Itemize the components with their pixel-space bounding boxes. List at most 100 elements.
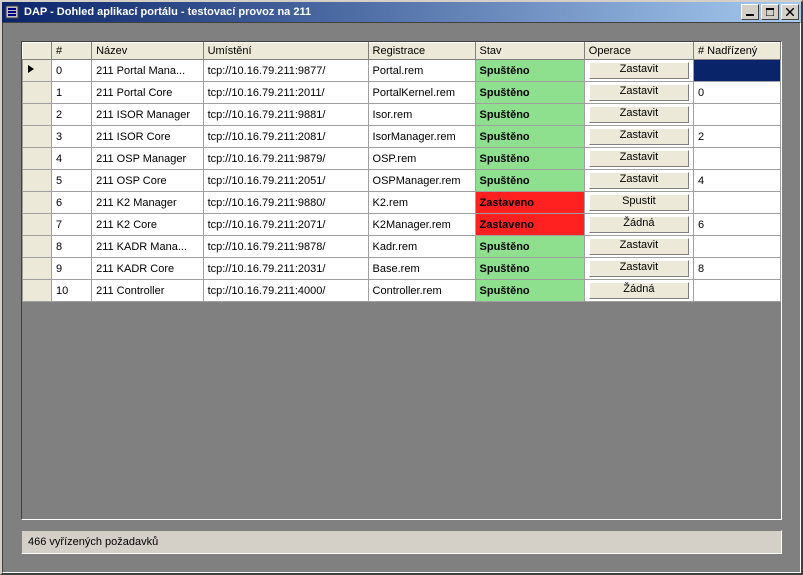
cell-location[interactable]: tcp://10.16.79.211:2081/ — [203, 126, 368, 148]
row-header[interactable] — [23, 60, 52, 82]
maximize-button[interactable] — [761, 4, 779, 20]
table-row[interactable]: 3211 ISOR Coretcp://10.16.79.211:2081/Is… — [23, 126, 781, 148]
cell-state[interactable]: Spuštěno — [475, 82, 584, 104]
row-header[interactable] — [23, 280, 52, 302]
cell-state[interactable]: Zastaveno — [475, 214, 584, 236]
cell-supervisor[interactable] — [694, 60, 781, 82]
cell-location[interactable]: tcp://10.16.79.211:9877/ — [203, 60, 368, 82]
minimize-button[interactable] — [741, 4, 759, 20]
col-index[interactable]: # — [51, 43, 91, 60]
row-header[interactable] — [23, 258, 52, 280]
cell-name[interactable]: 211 OSP Core — [92, 170, 203, 192]
row-selector-header[interactable] — [23, 43, 52, 60]
operation-button[interactable]: Zastavit — [589, 128, 689, 145]
cell-name[interactable]: 211 KADR Core — [92, 258, 203, 280]
cell-index[interactable]: 1 — [51, 82, 91, 104]
operation-button[interactable]: Zastavit — [589, 238, 689, 255]
cell-supervisor[interactable] — [694, 236, 781, 258]
close-button[interactable] — [781, 4, 799, 20]
operation-button[interactable]: Spustit — [589, 194, 689, 211]
cell-location[interactable]: tcp://10.16.79.211:2071/ — [203, 214, 368, 236]
cell-state[interactable]: Spuštěno — [475, 236, 584, 258]
cell-state[interactable]: Spuštěno — [475, 104, 584, 126]
row-header[interactable] — [23, 148, 52, 170]
cell-registration[interactable]: PortalKernel.rem — [368, 82, 475, 104]
cell-index[interactable]: 3 — [51, 126, 91, 148]
cell-supervisor[interactable] — [694, 148, 781, 170]
cell-name[interactable]: 211 Controller — [92, 280, 203, 302]
row-header[interactable] — [23, 192, 52, 214]
table-row[interactable]: 0211 Portal Mana...tcp://10.16.79.211:98… — [23, 60, 781, 82]
operation-button[interactable]: Žádná — [589, 282, 689, 299]
operation-button[interactable]: Zastavit — [589, 150, 689, 167]
cell-index[interactable]: 5 — [51, 170, 91, 192]
col-state[interactable]: Stav — [475, 43, 584, 60]
table-row[interactable]: 2211 ISOR Managertcp://10.16.79.211:9881… — [23, 104, 781, 126]
cell-index[interactable]: 10 — [51, 280, 91, 302]
cell-supervisor[interactable]: 0 — [694, 82, 781, 104]
cell-registration[interactable]: Kadr.rem — [368, 236, 475, 258]
cell-name[interactable]: 211 K2 Core — [92, 214, 203, 236]
cell-registration[interactable]: Base.rem — [368, 258, 475, 280]
col-supervisor[interactable]: # Nadřízený — [694, 43, 781, 60]
cell-registration[interactable]: Isor.rem — [368, 104, 475, 126]
operation-button[interactable]: Zastavit — [589, 260, 689, 277]
cell-state[interactable]: Spuštěno — [475, 280, 584, 302]
cell-name[interactable]: 211 Portal Mana... — [92, 60, 203, 82]
cell-name[interactable]: 211 KADR Mana... — [92, 236, 203, 258]
cell-index[interactable]: 8 — [51, 236, 91, 258]
cell-state[interactable]: Spuštěno — [475, 126, 584, 148]
operation-button[interactable]: Zastavit — [589, 172, 689, 189]
cell-state[interactable]: Spuštěno — [475, 170, 584, 192]
cell-name[interactable]: 211 Portal Core — [92, 82, 203, 104]
cell-state[interactable]: Spuštěno — [475, 60, 584, 82]
cell-location[interactable]: tcp://10.16.79.211:9881/ — [203, 104, 368, 126]
cell-registration[interactable]: Portal.rem — [368, 60, 475, 82]
cell-supervisor[interactable] — [694, 192, 781, 214]
row-header[interactable] — [23, 126, 52, 148]
operation-button[interactable]: Žádná — [589, 216, 689, 233]
cell-registration[interactable]: K2Manager.rem — [368, 214, 475, 236]
col-operation[interactable]: Operace — [584, 43, 693, 60]
operation-button[interactable]: Zastavit — [589, 84, 689, 101]
cell-location[interactable]: tcp://10.16.79.211:9879/ — [203, 148, 368, 170]
cell-state[interactable]: Spuštěno — [475, 258, 584, 280]
operation-button[interactable]: Zastavit — [589, 62, 689, 79]
cell-index[interactable]: 2 — [51, 104, 91, 126]
cell-index[interactable]: 9 — [51, 258, 91, 280]
table-row[interactable]: 9211 KADR Coretcp://10.16.79.211:2031/Ba… — [23, 258, 781, 280]
cell-registration[interactable]: OSPManager.rem — [368, 170, 475, 192]
cell-supervisor[interactable] — [694, 104, 781, 126]
cell-registration[interactable]: OSP.rem — [368, 148, 475, 170]
cell-index[interactable]: 4 — [51, 148, 91, 170]
row-header[interactable] — [23, 104, 52, 126]
cell-supervisor[interactable]: 2 — [694, 126, 781, 148]
row-header[interactable] — [23, 214, 52, 236]
cell-state[interactable]: Spuštěno — [475, 148, 584, 170]
cell-location[interactable]: tcp://10.16.79.211:2051/ — [203, 170, 368, 192]
data-grid[interactable]: # Název Umístění Registrace Stav Operace… — [21, 41, 782, 520]
table-row[interactable]: 1211 Portal Coretcp://10.16.79.211:2011/… — [23, 82, 781, 104]
table-row[interactable]: 10211 Controllertcp://10.16.79.211:4000/… — [23, 280, 781, 302]
operation-button[interactable]: Zastavit — [589, 106, 689, 123]
row-header[interactable] — [23, 236, 52, 258]
cell-index[interactable]: 0 — [51, 60, 91, 82]
cell-supervisor[interactable]: 6 — [694, 214, 781, 236]
table-row[interactable]: 4211 OSP Managertcp://10.16.79.211:9879/… — [23, 148, 781, 170]
cell-name[interactable]: 211 K2 Manager — [92, 192, 203, 214]
cell-location[interactable]: tcp://10.16.79.211:2031/ — [203, 258, 368, 280]
table-row[interactable]: 8211 KADR Mana...tcp://10.16.79.211:9878… — [23, 236, 781, 258]
table-row[interactable]: 7211 K2 Coretcp://10.16.79.211:2071/K2Ma… — [23, 214, 781, 236]
cell-index[interactable]: 6 — [51, 192, 91, 214]
cell-name[interactable]: 211 ISOR Manager — [92, 104, 203, 126]
cell-state[interactable]: Zastaveno — [475, 192, 584, 214]
row-header[interactable] — [23, 170, 52, 192]
titlebar[interactable]: DAP - Dohled aplikací portálu - testovac… — [2, 2, 801, 22]
cell-location[interactable]: tcp://10.16.79.211:2011/ — [203, 82, 368, 104]
cell-index[interactable]: 7 — [51, 214, 91, 236]
cell-location[interactable]: tcp://10.16.79.211:4000/ — [203, 280, 368, 302]
col-name[interactable]: Název — [92, 43, 203, 60]
row-header[interactable] — [23, 82, 52, 104]
cell-registration[interactable]: K2.rem — [368, 192, 475, 214]
table-row[interactable]: 5211 OSP Coretcp://10.16.79.211:2051/OSP… — [23, 170, 781, 192]
